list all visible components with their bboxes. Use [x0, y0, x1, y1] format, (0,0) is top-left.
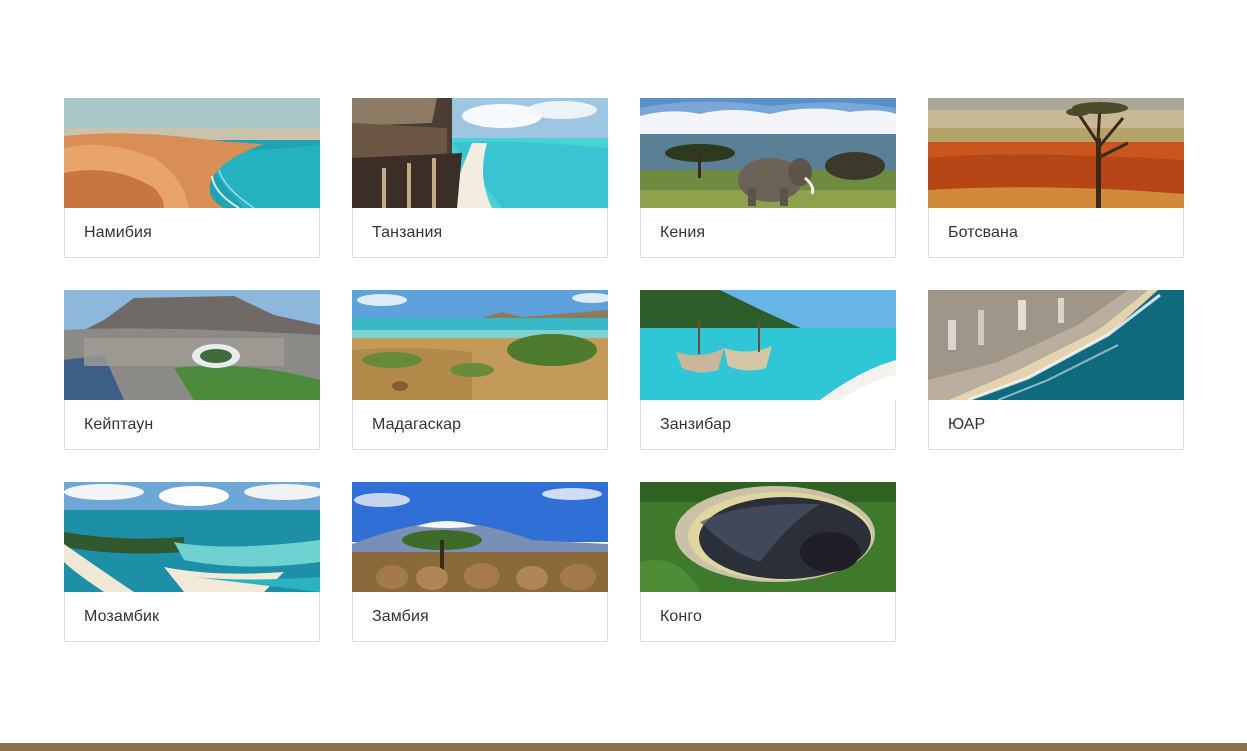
destination-card-zambia[interactable]: Замбия — [352, 482, 608, 642]
destination-card-cape-town[interactable]: Кейптаун — [64, 290, 320, 450]
congo-crater-lake-image — [640, 482, 896, 592]
destination-card-mozambique[interactable]: Мозамбик — [64, 482, 320, 642]
destination-card-kenya[interactable]: Кения — [640, 98, 896, 258]
kenya-elephant-image — [640, 98, 896, 208]
destination-label: Намибия — [64, 208, 320, 258]
destination-card-tanzania[interactable]: Танзания — [352, 98, 608, 258]
zambia-kilimanjaro-elephants-image — [352, 482, 608, 592]
destination-label: ЮАР — [928, 400, 1184, 450]
destination-card-madagascar[interactable]: Мадагаскар — [352, 290, 608, 450]
south-africa-city-coast-image — [928, 290, 1184, 400]
zanzibar-boats-image — [640, 290, 896, 400]
destination-label: Кейптаун — [64, 400, 320, 450]
destination-card-south-africa[interactable]: ЮАР — [928, 290, 1184, 450]
mozambique-lagoon-image — [64, 482, 320, 592]
tanzania-beach-image — [352, 98, 608, 208]
destination-label: Конго — [640, 592, 896, 642]
destinations-grid: Намибия Танзания Кения Ботсвана Кейптаун… — [64, 98, 1184, 642]
destinations-page: Намибия Танзания Кения Ботсвана Кейптаун… — [0, 0, 1247, 751]
footer-bar — [0, 743, 1247, 751]
destination-card-botswana[interactable]: Ботсвана — [928, 98, 1184, 258]
destination-label: Замбия — [352, 592, 608, 642]
destination-card-namibia[interactable]: Намибия — [64, 98, 320, 258]
destination-label: Мозамбик — [64, 592, 320, 642]
destination-label: Занзибар — [640, 400, 896, 450]
cape-town-stadium-image — [64, 290, 320, 400]
destination-label: Ботсвана — [928, 208, 1184, 258]
namibia-dunes-image — [64, 98, 320, 208]
destination-card-zanzibar[interactable]: Занзибар — [640, 290, 896, 450]
destination-label: Мадагаскар — [352, 400, 608, 450]
destination-card-congo[interactable]: Конго — [640, 482, 896, 642]
destination-label: Танзания — [352, 208, 608, 258]
destination-label: Кения — [640, 208, 896, 258]
madagascar-coast-image — [352, 290, 608, 400]
botswana-desert-tree-image — [928, 98, 1184, 208]
